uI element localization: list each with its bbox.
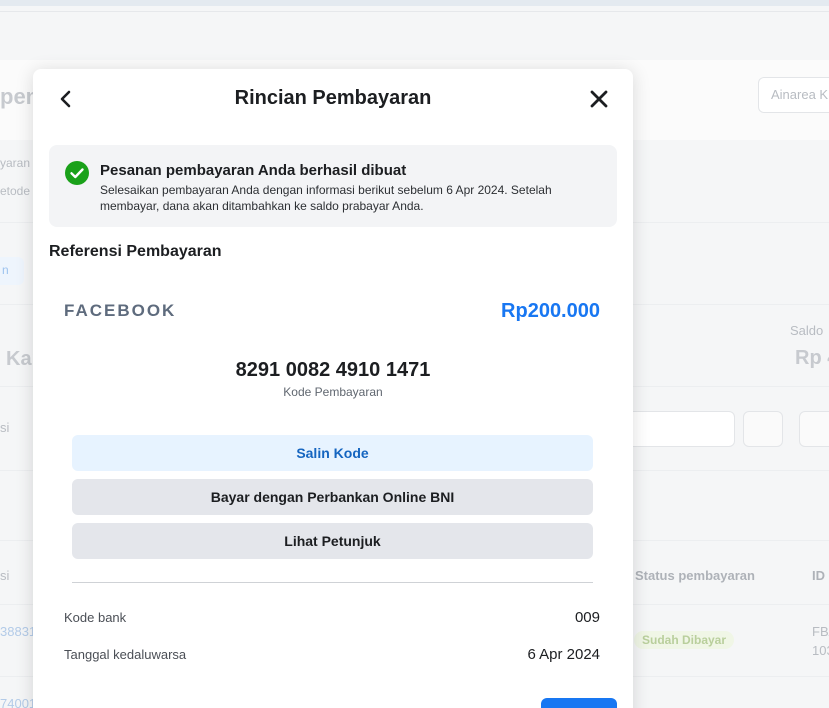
- merchant-name: FACEBOOK: [64, 301, 177, 320]
- bg-balance-label: Saldo: [790, 323, 824, 338]
- success-notice: Pesanan pembayaran Anda berhasil dibuat …: [49, 145, 617, 227]
- bg-balance-value: Rp 4: [795, 347, 829, 369]
- bg-status-badge: Sudah Dibayar: [634, 631, 735, 649]
- top-bar: [0, 0, 829, 6]
- payment-code-label: Kode Pembayaran: [283, 385, 383, 399]
- close-button[interactable]: [586, 86, 612, 112]
- bg-row-ref-1: FB/: [812, 624, 829, 639]
- bg-column-header-status: Status pembayaran: [635, 568, 755, 583]
- payment-details-modal: Rincian Pembayaran Pesanan pembayaran An…: [33, 69, 633, 708]
- bg-tab-chip-label: n: [2, 263, 9, 277]
- bg-settings-filter-button[interactable]: [743, 411, 783, 447]
- notice-body: Selesaikan pembayaran Anda dengan inform…: [100, 183, 552, 213]
- bg-filter-select[interactable]: si: [0, 420, 9, 435]
- modal-header: Rincian Pembayaran: [33, 69, 633, 129]
- bg-desc-line-1: yaran: [0, 156, 31, 170]
- bg-search-input[interactable]: Ainarea K: [758, 77, 829, 113]
- top-divider: [0, 11, 829, 12]
- bg-table-view-button[interactable]: [799, 411, 829, 447]
- check-circle-icon: [65, 161, 89, 185]
- details-divider: [72, 582, 593, 583]
- bg-row-id[interactable]: 38831: [0, 624, 36, 639]
- bg-row-id[interactable]: 74001: [0, 696, 36, 708]
- bank-code-label: Kode bank: [64, 610, 127, 625]
- bg-column-header-id: ID: [812, 568, 825, 583]
- expiry-date-value: 6 Apr 2024: [527, 646, 600, 663]
- bg-desc-line-2: etode: [0, 184, 31, 198]
- pay-online-bni-button[interactable]: Bayar dengan Perbankan Online BNI: [72, 479, 593, 515]
- payment-code: 8291 0082 4910 1471: [235, 359, 431, 381]
- notice-title: Pesanan pembayaran Anda berhasil dibuat: [100, 162, 407, 179]
- primary-action-button[interactable]: [541, 698, 617, 708]
- copy-code-button[interactable]: Salin Kode: [72, 435, 593, 471]
- payment-reference-heading: Referensi Pembayaran: [49, 243, 222, 260]
- bg-column-header-left: si: [0, 568, 10, 583]
- bg-row-ref-2: 103: [812, 643, 829, 658]
- bg-search-placeholder: Ainarea K: [771, 87, 829, 102]
- payment-amount: Rp200.000: [501, 300, 600, 322]
- modal-title: Rincian Pembayaran: [234, 87, 432, 109]
- close-icon: [590, 90, 608, 108]
- bg-tab-chip[interactable]: n: [0, 257, 24, 285]
- bank-code-value: 009: [574, 609, 600, 626]
- expiry-date-label: Tanggal kedaluwarsa: [64, 647, 187, 662]
- view-instructions-button[interactable]: Lihat Petunjuk: [72, 523, 593, 559]
